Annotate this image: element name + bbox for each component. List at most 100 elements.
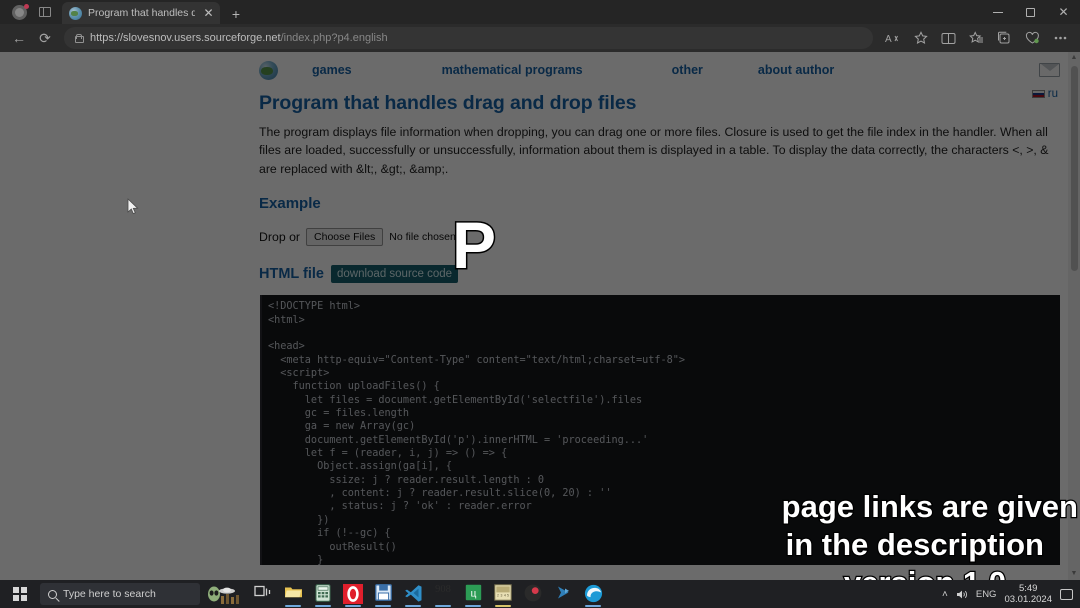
toolbar-right-buttons: A (879, 26, 1074, 50)
nav-link-other[interactable]: other (672, 63, 703, 77)
show-hidden-icons-button[interactable]: ˄ (942, 589, 948, 600)
profile-avatar[interactable] (6, 2, 32, 22)
russian-flag-icon (1031, 90, 1045, 98)
html-file-row: HTML file download source code (259, 265, 1060, 284)
minimize-button[interactable] (981, 0, 1014, 24)
svg-text:2: 2 (497, 594, 499, 598)
start-button[interactable] (0, 580, 40, 608)
widgets-alien-icon (208, 586, 239, 604)
add-favorite-icon[interactable] (963, 26, 990, 50)
collections-icon[interactable] (991, 26, 1018, 50)
taskbar-active-indicator (375, 605, 391, 607)
site-navigation: games mathematical programs other about … (259, 58, 1060, 82)
watermark-line-2: in the description (784, 526, 1045, 564)
taskbar-item-opera[interactable] (338, 580, 368, 608)
vertical-tabs-button[interactable] (32, 2, 58, 22)
task-view-icon (254, 585, 271, 597)
maximize-icon (1026, 7, 1035, 17)
read-aloud-icon[interactable]: A (879, 26, 906, 50)
taskbar-active-indicator (405, 605, 421, 607)
notification-icon[interactable] (1060, 588, 1073, 600)
scrollbar-thumb[interactable] (1070, 66, 1078, 271)
file-explorer-icon (284, 587, 302, 598)
excel-icon: ц (465, 584, 481, 601)
taskbar-item-save-disk[interactable] (368, 580, 398, 608)
opera-icon (343, 584, 363, 604)
taskbar-item-calendar-photo[interactable]: 2345 (488, 580, 518, 608)
watermark-line-1: page links are given (780, 488, 1079, 526)
taskbar-item-excel[interactable]: ц (458, 580, 488, 608)
close-icon: ✕ (1058, 5, 1069, 19)
calculator-icon (315, 584, 331, 602)
tab-title: Program that handles drag and (88, 7, 195, 19)
split-screen-icon[interactable] (935, 26, 962, 50)
maximize-button[interactable] (1014, 0, 1047, 24)
vs-code-icon (404, 585, 421, 602)
browser-titlebar: Program that handles drag and ✕ + ✕ (0, 0, 1080, 24)
new-tab-button[interactable]: + (225, 4, 247, 24)
close-window-button[interactable]: ✕ (1047, 0, 1080, 24)
taskbar-item-task-view[interactable] (248, 580, 278, 608)
svg-text:5: 5 (507, 594, 509, 598)
sharex-icon (557, 586, 569, 599)
mouse-cursor (127, 198, 139, 215)
volume-icon[interactable] (956, 589, 968, 600)
no-file-chosen-label: No file chosen (389, 231, 456, 244)
nav-link-mathematical-programs[interactable]: mathematical programs (442, 63, 583, 77)
drop-label: Drop or (259, 230, 301, 245)
taskbar-active-indicator (585, 605, 601, 607)
taskbar-active-indicator (435, 605, 451, 607)
taskbar-item-widgets[interactable] (204, 580, 248, 608)
svg-text:A: A (885, 34, 892, 45)
html-file-label: HTML file (259, 266, 324, 283)
language-switch[interactable]: ru (1031, 88, 1058, 100)
svg-text:3: 3 (501, 594, 503, 598)
scrollbar-down-arrow[interactable]: ▼ (1068, 568, 1080, 580)
taskbar-item-calculator[interactable] (308, 580, 338, 608)
address-bar[interactable]: https://slovesnov.users.sourceforge.net/… (64, 27, 873, 49)
browser-essentials-icon[interactable] (1019, 26, 1046, 50)
taskbar-search-box[interactable]: Type here to search (40, 583, 200, 605)
nav-link-games[interactable]: games (312, 63, 352, 77)
system-tray: ˄ ENG 5:49 03.01.2024 (942, 583, 1080, 605)
taskbar-item-counter[interactable]: 908 (428, 580, 458, 608)
avatar-badge-icon (24, 4, 29, 9)
language-switch-label: ru (1047, 88, 1058, 100)
nav-link-about-author[interactable]: about author (758, 63, 834, 77)
browser-toolbar: ← ⟳ https://slovesnov.users.sourceforge.… (0, 24, 1080, 52)
watermark-letter-p: P (450, 208, 497, 282)
mail-icon[interactable] (1039, 63, 1060, 77)
site-logo-globe-icon[interactable] (259, 60, 278, 80)
counter-label: 908 (435, 584, 451, 595)
choose-files-button[interactable]: Choose Files (306, 228, 384, 247)
taskbar-clock[interactable]: 5:49 03.01.2024 (1004, 583, 1052, 605)
scrollbar-up-arrow[interactable]: ▲ (1068, 52, 1080, 64)
page-title: Program that handles drag and drop files (259, 92, 637, 114)
search-placeholder: Type here to search (63, 588, 156, 600)
taskbar-item-vs-code[interactable] (398, 580, 428, 608)
download-source-code-button[interactable]: download source code (330, 265, 459, 284)
tab-favicon-icon (69, 6, 82, 20)
taskbar-item-sharex[interactable] (548, 580, 578, 608)
back-button[interactable]: ← (6, 26, 32, 50)
language-indicator[interactable]: ENG (976, 589, 997, 600)
favorite-star-icon[interactable] (907, 26, 934, 50)
taskbar-item-file-explorer[interactable] (278, 580, 308, 608)
settings-more-icon[interactable] (1047, 26, 1074, 50)
browser-tab-active[interactable]: Program that handles drag and ✕ (62, 2, 220, 24)
reload-button[interactable]: ⟳ (32, 26, 58, 50)
search-icon (48, 589, 57, 599)
minimize-icon (992, 11, 1003, 13)
calendar-photo-icon: 2345 (494, 584, 512, 601)
taskbar-active-indicator (285, 605, 301, 607)
window-controls: ✕ (981, 0, 1080, 24)
clock-date: 03.01.2024 (1004, 594, 1052, 605)
url-path: /index.php?p4.english (280, 32, 388, 44)
taskbar-active-indicator (345, 605, 361, 607)
taskbar-active-indicator (495, 605, 511, 607)
page-description: The program displays file information wh… (259, 125, 1049, 176)
tab-close-icon[interactable]: ✕ (201, 6, 216, 21)
taskbar-item-edge[interactable] (578, 580, 608, 608)
taskbar-item-media[interactable] (518, 580, 548, 608)
svg-text:4: 4 (504, 594, 506, 598)
